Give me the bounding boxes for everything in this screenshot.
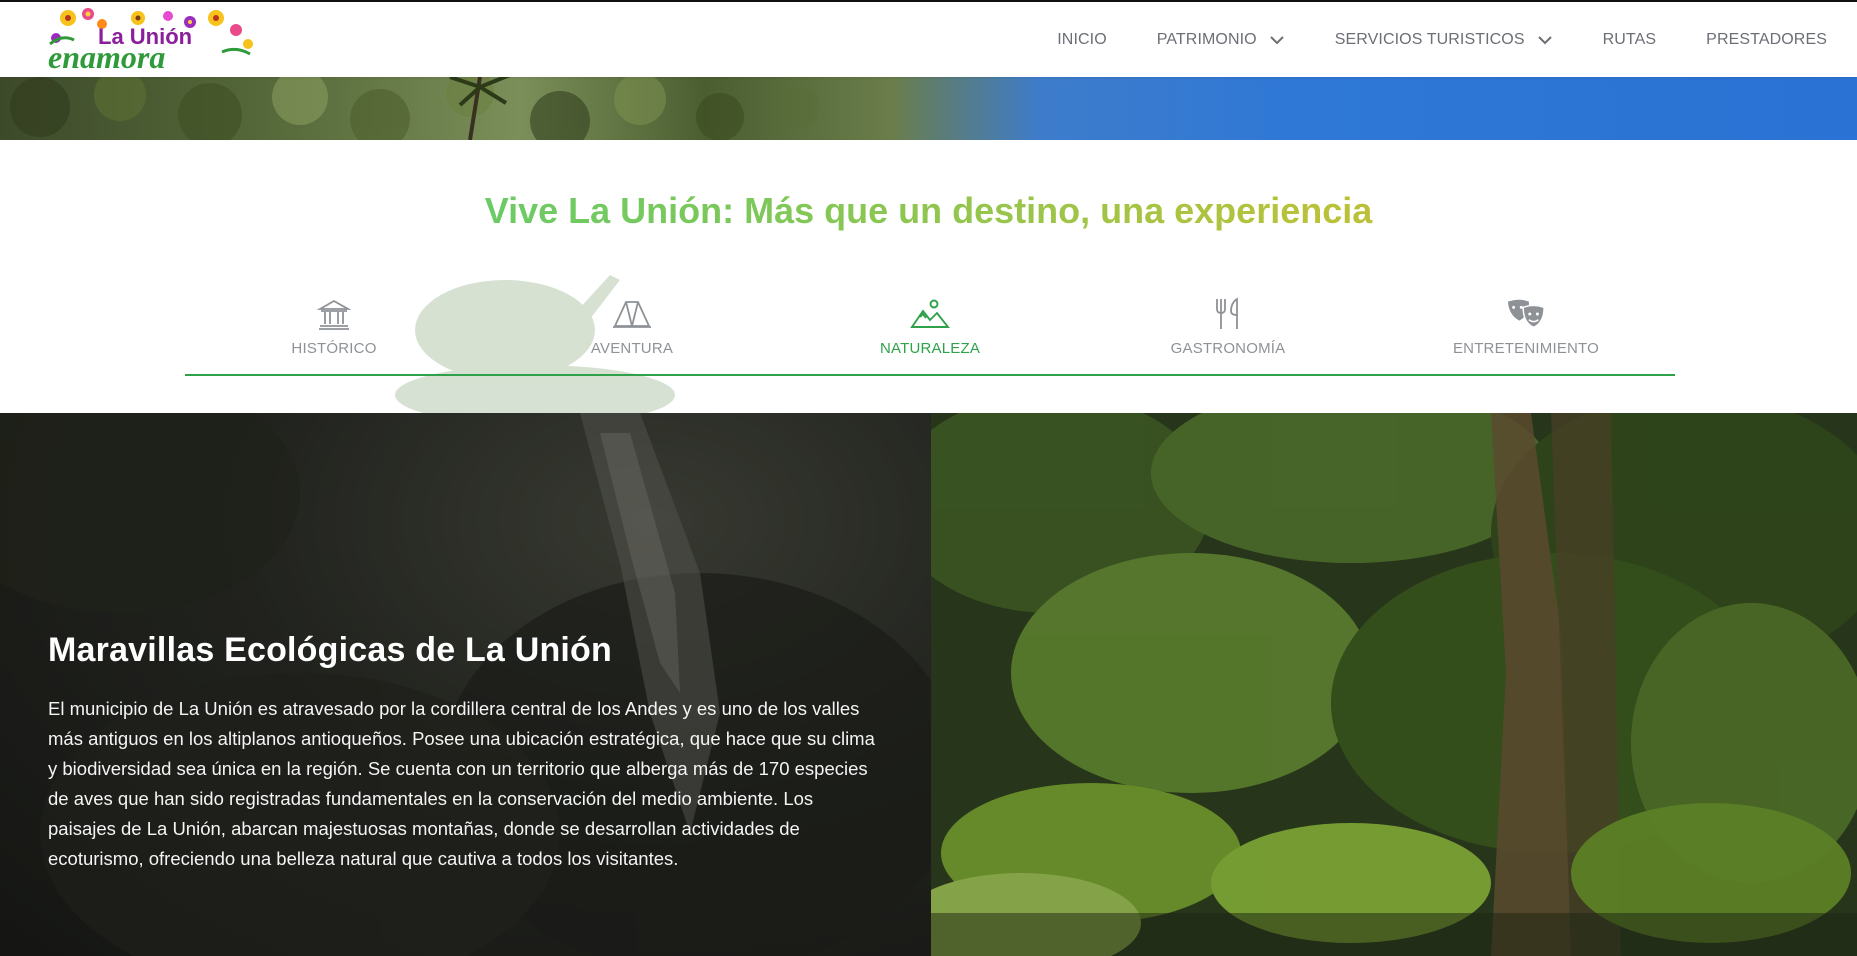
tab-label: HISTÓRICO [291,340,377,357]
tab-label: GASTRONOMÍA [1170,340,1286,357]
nav-item-prestadores[interactable]: PRESTADORES [1706,31,1827,49]
section-title: Vive La Unión: Más que un destino, una e… [0,190,1857,232]
tab-gastronomia[interactable]: GASTRONOMÍA [1079,290,1377,376]
waterfall-background: Maravillas Ecológicas de La Unión El mun… [0,413,931,956]
nav-item-label: PRESTADORES [1706,30,1827,48]
tab-label: AVENTURA [590,340,674,357]
nature-section: Maravillas Ecológicas de La Unión El mun… [0,413,1857,956]
site-logo[interactable]: La Unión enamora [40,4,262,75]
content-body: El municipio de La Unión es atravesado p… [48,698,875,869]
hero-image [0,77,1857,140]
tent-icon [612,296,652,332]
chevron-down-icon [1269,32,1285,48]
mountain-icon [910,296,950,332]
nav-item-patrimonio[interactable]: PATRIMONIO [1157,31,1285,49]
tab-aventura[interactable]: AVENTURA [483,290,781,376]
category-tabs: HISTÓRICO AVENTURA NATURALEZA GASTRONOMÍ… [185,275,1675,420]
nav-item-label: PATRIMONIO [1156,30,1257,48]
theater-masks-icon [1506,296,1546,332]
nav-item-rutas[interactable]: RUTAS [1603,31,1657,49]
content-heading: Maravillas Ecológicas de La Unión [48,631,612,669]
site-header: La Unión enamora INICIO PATRIMONIO SERVI… [0,2,1857,77]
logo-text-line2: enamora [48,39,165,74]
tab-historico[interactable]: HISTÓRICO [185,290,483,376]
tab-entretenimiento[interactable]: ENTRETENIMIENTO [1377,290,1675,376]
fork-knife-icon [1208,296,1248,332]
main-nav: INICIO PATRIMONIO SERVICIOS TURISTICOS R… [1007,2,1827,77]
nav-item-servicios-turisticos[interactable]: SERVICIOS TURISTICOS [1335,31,1553,49]
section-text-block: Maravillas Ecológicas de La Unión El mun… [48,631,878,874]
tab-naturaleza[interactable]: NATURALEZA [781,290,1079,376]
nav-item-label: RUTAS [1602,30,1657,48]
chevron-down-icon [1537,32,1553,48]
nav-item-label: SERVICIOS TURISTICOS [1334,30,1525,48]
tab-label: ENTRETENIMIENTO [1452,340,1600,357]
nav-item-inicio[interactable]: INICIO [1057,31,1107,49]
nav-item-label: INICIO [1057,30,1107,48]
forest-photo [931,413,1857,956]
tab-label: NATURALEZA [879,340,981,357]
tabs-underline [185,374,1675,376]
museum-icon [314,296,354,332]
